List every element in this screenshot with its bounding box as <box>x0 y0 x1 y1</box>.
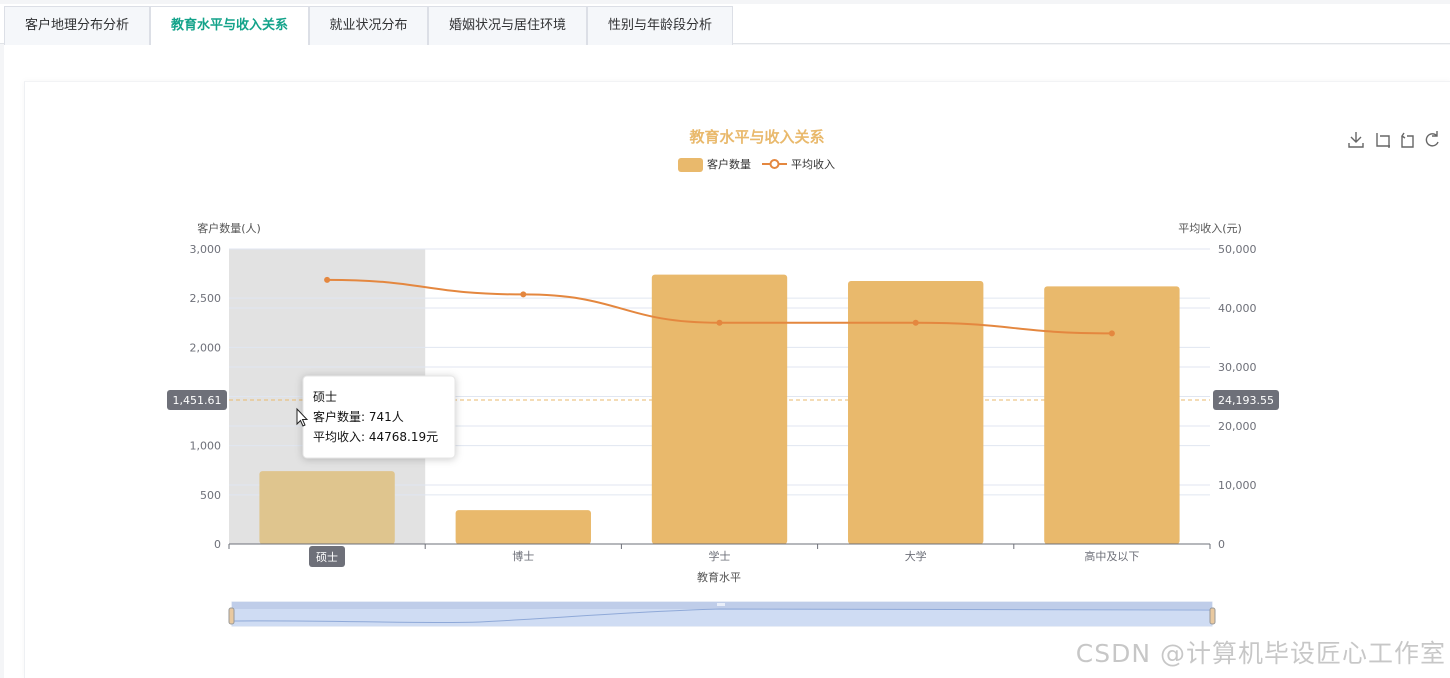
bar-学士[interactable] <box>651 274 788 544</box>
x-tick-label: 高中及以下 <box>1084 549 1139 563</box>
data-zoom-center-handle[interactable] <box>717 603 725 606</box>
axis-pointer-left-value: 1,451.61 <box>173 394 222 407</box>
data-zoom-slider[interactable] <box>228 601 1216 627</box>
y-left-tick-label: 3,000 <box>190 243 222 256</box>
legend-bar-swatch <box>678 158 703 172</box>
y-right-tick-label: 50,000 <box>1218 243 1257 256</box>
y-left-tick-label: 2,000 <box>190 341 222 354</box>
y-right-tick-label: 0 <box>1218 538 1225 551</box>
tooltip: 硕士 客户数量: 741人 平均收入: 44768.19元 <box>302 375 456 459</box>
y-left-tick-label: 2,500 <box>190 292 222 305</box>
y-left-tick-label: 0 <box>214 538 221 551</box>
zoom-reset-icon[interactable] <box>1401 132 1414 148</box>
zoom-icon[interactable] <box>1376 133 1390 148</box>
tooltip-line-count: 客户数量: 741人 <box>313 409 404 424</box>
line-point-大学[interactable] <box>912 319 919 326</box>
axis-pointer-left: 1,451.61 <box>167 390 227 410</box>
toolbox <box>1348 131 1439 148</box>
tooltip-title: 硕士 <box>313 390 337 404</box>
y-right-tick-label: 40,000 <box>1218 302 1257 315</box>
legend-bar-label[interactable]: 客户数量 <box>707 157 751 171</box>
axis-pointer-category: 硕士 <box>309 546 345 567</box>
y-right-tick-label: 20,000 <box>1218 420 1257 433</box>
x-tick-label: 学士 <box>709 549 731 563</box>
tooltip-line-income: 平均收入: 44768.19元 <box>313 430 438 444</box>
y-axis-right-name: 平均收入(元) <box>1178 221 1242 235</box>
bar-博士[interactable] <box>455 510 591 544</box>
refresh-icon[interactable] <box>1425 131 1439 147</box>
x-tick-label: 博士 <box>512 550 534 563</box>
data-zoom-handle-right[interactable] <box>1209 607 1216 625</box>
line-point-学士[interactable] <box>716 319 723 326</box>
legend-line-label[interactable]: 平均收入 <box>791 157 835 171</box>
data-zoom-selected[interactable] <box>232 609 1212 626</box>
y-axis-left-name: 客户数量(人) <box>197 221 261 235</box>
line-point-硕士[interactable] <box>324 276 331 283</box>
bar-硕士[interactable] <box>259 471 395 544</box>
y-right-tick-label: 30,000 <box>1218 361 1257 374</box>
data-zoom-handle-left[interactable] <box>228 607 235 625</box>
axis-pointer-right: 24,193.55 <box>1213 390 1279 410</box>
y-left-tick-label: 1,000 <box>190 440 222 453</box>
chart-title: 教育水平与收入关系 <box>688 128 824 146</box>
line-point-博士[interactable] <box>520 291 527 298</box>
x-axis-name: 教育水平 <box>697 570 741 584</box>
y-right-tick-label: 10,000 <box>1218 479 1257 492</box>
x-tick-label: 大学 <box>905 549 927 563</box>
education-income-chart: 教育水平与收入关系 客户数量 平均收入 客户数量(人) 平均收入(元) 教育水平… <box>167 128 1439 627</box>
bar-高中及以下[interactable] <box>1044 286 1180 544</box>
axis-pointer-category-value: 硕士 <box>316 551 338 564</box>
legend[interactable]: 客户数量 平均收入 <box>678 157 835 172</box>
axis-pointer-right-value: 24,193.55 <box>1218 394 1274 407</box>
y-left-tick-label: 500 <box>200 489 221 502</box>
legend-line-marker <box>769 159 780 169</box>
line-point-高中及以下[interactable] <box>1108 330 1115 337</box>
watermark: CSDN @计算机毕设匠心工作室 <box>1075 639 1446 668</box>
download-icon[interactable] <box>1348 132 1364 148</box>
